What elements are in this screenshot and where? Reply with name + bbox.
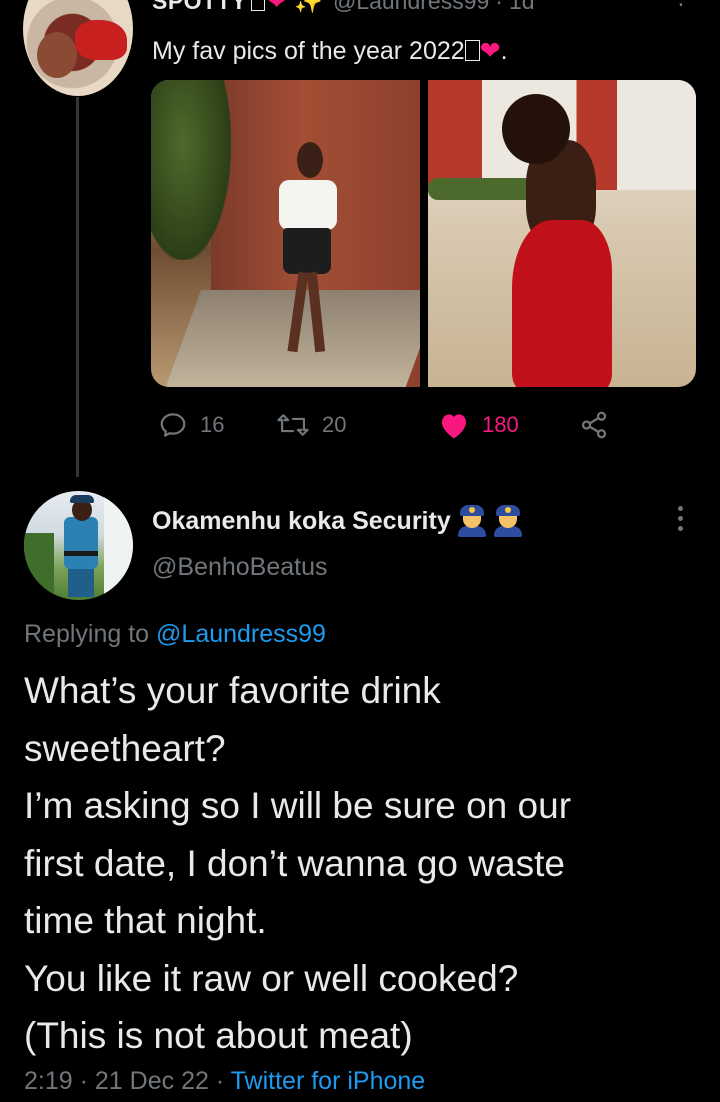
- retweet-icon: [277, 414, 309, 436]
- media-photo-1[interactable]: [151, 80, 420, 387]
- reply-timestamp-row: 2:19 · 21 Dec 22 · Twitter for iPhone: [24, 1067, 425, 1096]
- photo-person-white-top: [279, 180, 337, 230]
- reply-text-line: first date, I don’t wanna go waste: [24, 842, 565, 884]
- original-tweet-text-content: My fav pics of the year 2022: [152, 37, 465, 65]
- reply-text-line: (This is not about meat): [24, 1015, 413, 1056]
- avatar-red-garment: [75, 20, 127, 60]
- avatar-uniform-legs: [68, 565, 94, 597]
- sparkles-emoji: ✨: [294, 0, 323, 14]
- reply-text-line: sweetheart?: [24, 727, 226, 769]
- original-author-name[interactable]: SPOTTY: [152, 0, 247, 14]
- like-count: 180: [482, 412, 519, 437]
- avatar-uniform-shirt: [64, 517, 98, 569]
- police-officer-emoji: [493, 505, 523, 537]
- reply-author-handle[interactable]: @BenhoBeatus: [152, 553, 328, 582]
- reply-text-line: You like it raw or well cooked?: [24, 957, 519, 999]
- original-tweet-header: SPOTTY ❤ ✨ @Laundress99 · 1d: [152, 0, 535, 15]
- replying-to-label: Replying to: [24, 620, 150, 648]
- replying-to-line: Replying to @Laundress99: [24, 620, 326, 649]
- reply-text-line: time that night.: [24, 900, 267, 941]
- avatar-wall: [104, 491, 133, 600]
- police-officer-emoji: [457, 505, 487, 537]
- original-tweet-text-end: .: [500, 37, 508, 65]
- retweet-count: 20: [322, 412, 347, 437]
- meta-separator: ·: [79, 1067, 88, 1095]
- red-heart-emoji: ❤: [267, 0, 287, 14]
- reply-author-avatar[interactable]: [24, 491, 133, 600]
- red-heart-emoji: ❤: [479, 37, 501, 65]
- photo-person-head: [501, 94, 570, 164]
- like-heart-icon: [442, 414, 466, 439]
- photo-person-red-dress: [511, 220, 612, 387]
- reply-tweet-text: What’s your favorite drink sweetheart? I…: [24, 662, 704, 1065]
- replying-to-mention[interactable]: @Laundress99: [156, 620, 326, 648]
- reply-icon: [160, 413, 186, 437]
- avatar-belt: [64, 551, 98, 556]
- media-photo-2[interactable]: [427, 80, 696, 387]
- reply-date[interactable]: 21 Dec 22: [95, 1067, 209, 1095]
- original-more-options-icon[interactable]: ⋮: [670, 0, 692, 8]
- original-author-avatar[interactable]: [23, 0, 133, 96]
- thread-connector-line: [76, 97, 79, 477]
- more-options-icon[interactable]: [675, 506, 685, 536]
- photo-person-head: [297, 142, 323, 178]
- reply-text-line: I’m asking so I will be sure on our: [24, 785, 572, 826]
- reply-author-name-row: Okamenhu koka Security: [152, 505, 523, 537]
- reply-author-name[interactable]: Okamenhu koka Security: [152, 507, 451, 536]
- reply-count: 16: [200, 412, 225, 437]
- unrendered-emoji-box: [251, 0, 266, 11]
- like-action[interactable]: 180: [438, 410, 519, 440]
- original-tweet-time[interactable]: 1d: [509, 0, 535, 14]
- reply-text-line: What’s your favorite drink: [24, 670, 441, 711]
- original-tweet-text: My fav pics of the year 2022 ❤.: [152, 36, 508, 66]
- reply-action[interactable]: 16: [158, 410, 224, 440]
- reply-source-link[interactable]: Twitter for iPhone: [231, 1067, 426, 1095]
- meta-separator: ·: [215, 1067, 225, 1095]
- photo-tree: [151, 80, 231, 260]
- header-separator: ·: [495, 0, 503, 14]
- avatar-cap: [70, 495, 94, 503]
- original-tweet-media: [151, 80, 696, 387]
- original-author-handle[interactable]: @Laundress99: [333, 0, 489, 14]
- share-action[interactable]: [578, 410, 610, 440]
- unrendered-emoji-box: [464, 40, 480, 61]
- avatar-figure: [37, 32, 77, 78]
- retweet-action[interactable]: 20: [276, 410, 346, 440]
- photo-person-black-skirt: [283, 228, 331, 274]
- avatar-grass: [24, 533, 54, 600]
- reply-time[interactable]: 2:19: [24, 1067, 73, 1095]
- share-icon: [581, 411, 607, 439]
